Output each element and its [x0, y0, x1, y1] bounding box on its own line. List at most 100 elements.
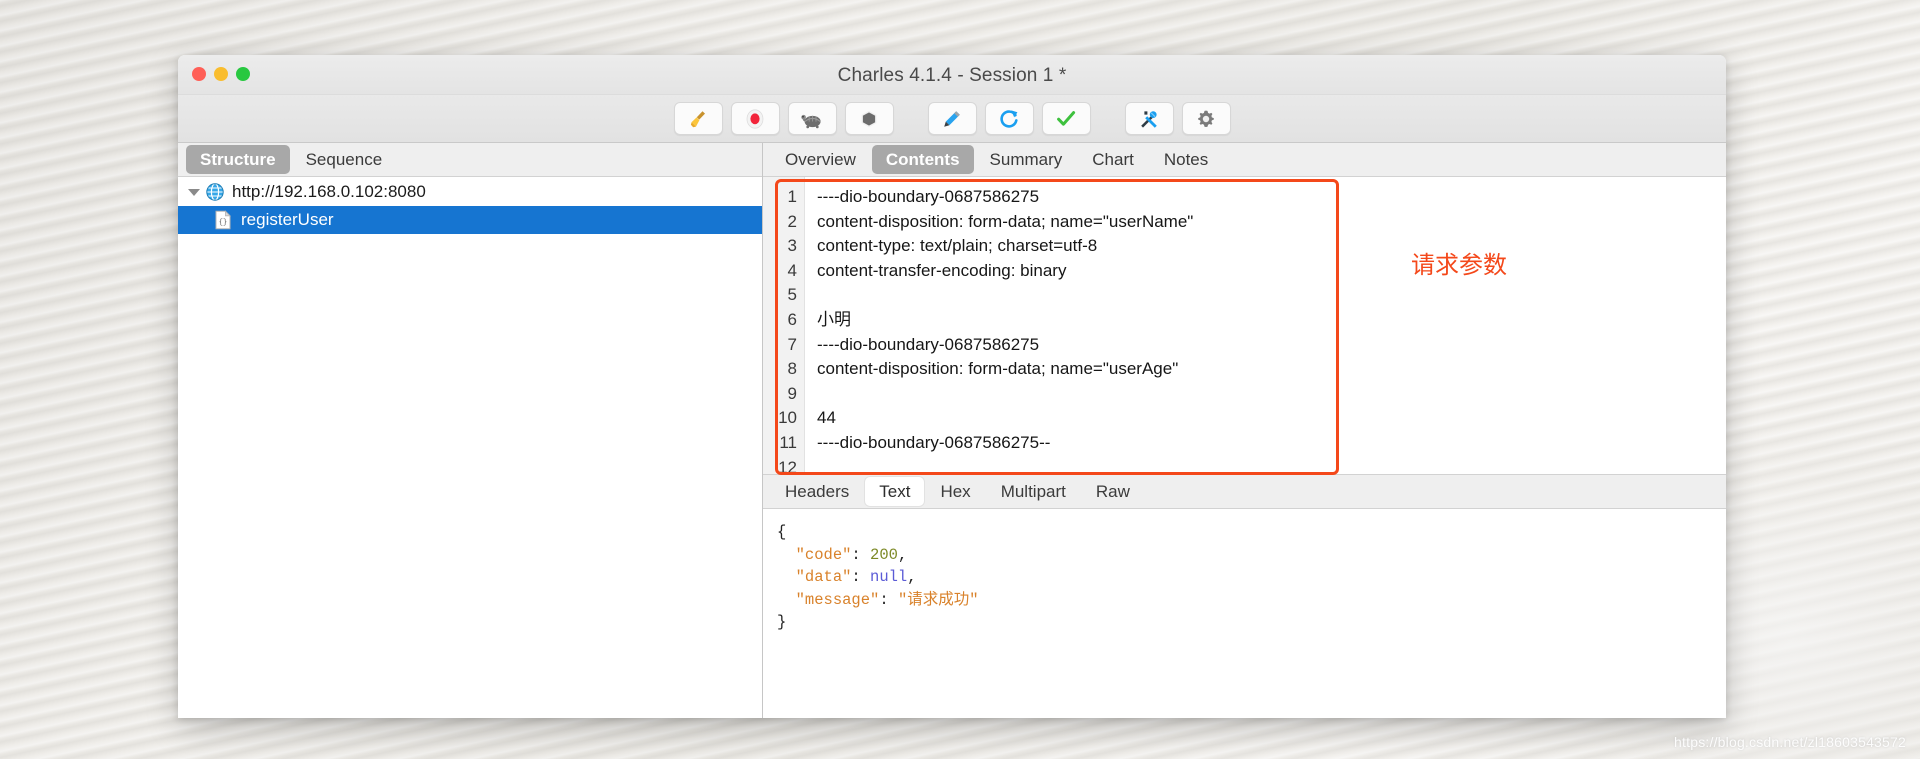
tab-multipart[interactable]: Multipart: [987, 477, 1080, 506]
tab-headers[interactable]: Headers: [771, 477, 863, 506]
pen-icon: [941, 108, 963, 130]
line-number: 12: [778, 457, 797, 474]
line-number: 1: [787, 187, 797, 206]
code-line: content-disposition: form-data; name="us…: [817, 359, 1179, 379]
code-line: ----dio-boundary-0687586275: [817, 334, 1040, 354]
tab-sequence[interactable]: Sequence: [292, 145, 397, 174]
throttle-button[interactable]: [787, 102, 837, 135]
line-number: 10: [778, 408, 797, 428]
code-line: content-type: text/plain; charset=utf-8: [817, 236, 1098, 256]
response-section: Headers Text Hex Multipart Raw { "code":…: [763, 474, 1726, 718]
json-key: "message": [795, 590, 880, 609]
line-number: 9: [787, 383, 797, 403]
tab-hex[interactable]: Hex: [926, 477, 984, 506]
tree-label-registeruser: registerUser: [241, 210, 334, 229]
json-value: 200: [870, 545, 898, 564]
main-toolbar: [178, 95, 1726, 143]
tab-text[interactable]: Text: [865, 476, 925, 507]
window-body: Structure Sequence http://192.168.0.102:…: [178, 143, 1726, 718]
left-pane-tabbar: Structure Sequence: [178, 143, 762, 177]
request-body-section: 1 2 3 4 5 6 7 8 9 10 11 12 ----dio-boundary-0687586…: [763, 177, 1726, 475]
request-tree: http://192.168.0.102:8080 {} registerUse…: [178, 177, 762, 718]
gear-icon: [1195, 108, 1217, 130]
code-line: ----dio-boundary-0687586275: [817, 187, 1040, 206]
right-pane-tabbar: Overview Contents Summary Chart Notes: [763, 143, 1726, 177]
json-colon: :: [851, 545, 871, 564]
tab-structure[interactable]: Structure: [186, 144, 290, 175]
line-number: 6: [787, 309, 797, 329]
json-key: "data": [795, 568, 852, 586]
tab-overview[interactable]: Overview: [771, 145, 870, 174]
checkmark-icon: [1055, 108, 1077, 130]
toolbar-group-settings: [1124, 102, 1231, 135]
tree-label-host: http://192.168.0.102:8080: [232, 182, 426, 201]
watermark-text: https://blog.csdn.net/zl18603543572: [1674, 734, 1906, 750]
charles-window: Charles 4.1.4 - Session 1 * Structure Se…: [178, 55, 1726, 718]
line-number: 4: [787, 260, 797, 280]
record-button[interactable]: [730, 102, 780, 135]
breakpoints-button[interactable]: [844, 102, 894, 135]
annotation-label: 请求参数: [1411, 252, 1507, 279]
code-line: content-transfer-encoding: binary: [817, 260, 1067, 280]
compose-button[interactable]: [927, 102, 977, 135]
json-document-icon: {}: [214, 210, 234, 230]
tree-row-host[interactable]: http://192.168.0.102:8080: [178, 178, 762, 206]
globe-icon: [205, 182, 225, 202]
window-title: Charles 4.1.4 - Session 1 *: [837, 65, 1067, 86]
right-pane: Overview Contents Summary Chart Notes 12…: [763, 143, 1726, 718]
chevron-down-icon[interactable]: [186, 184, 202, 200]
repeat-button[interactable]: [984, 102, 1034, 135]
json-colon: :: [851, 568, 871, 586]
code-line: 小明: [817, 309, 851, 329]
tree-row-registeruser[interactable]: {} registerUser: [178, 206, 762, 234]
json-entry: "code": 200,: [777, 544, 1726, 567]
json-value: null: [870, 568, 908, 586]
json-value: "请求成功": [897, 590, 979, 609]
left-pane: Structure Sequence http://192.168.0.102:…: [178, 143, 763, 718]
tab-contents[interactable]: Contents: [871, 144, 974, 175]
request-line-numbers: 1 2 3 4 5 6 7 8 9 10 11 12: [763, 177, 805, 474]
request-body-viewer[interactable]: 1 2 3 4 5 6 7 8 9 10 11 12 ----dio-boundary-0687586…: [763, 177, 1726, 474]
line-number: 11: [779, 432, 797, 452]
toolbar-group-request: [927, 102, 1091, 135]
tools-icon: [1138, 108, 1160, 130]
desktop-background: Charles 4.1.4 - Session 1 * Structure Se…: [0, 0, 1920, 759]
code-line: ----dio-boundary-0687586275--: [817, 432, 1051, 452]
refresh-icon: [998, 108, 1020, 130]
json-close-brace: }: [777, 611, 1726, 634]
tools-button[interactable]: [1124, 102, 1174, 135]
line-number: 3: [787, 236, 797, 256]
turtle-icon: [800, 108, 824, 130]
json-brace: }: [777, 613, 787, 631]
json-entry: "message": "请求成功": [777, 589, 1726, 612]
line-number: 8: [787, 359, 797, 379]
json-comma: ,: [907, 568, 917, 586]
code-line: 44: [817, 408, 836, 428]
tab-notes[interactable]: Notes: [1150, 145, 1222, 174]
clear-session-button[interactable]: [673, 102, 723, 135]
tab-chart[interactable]: Chart: [1078, 145, 1148, 174]
tab-summary[interactable]: Summary: [976, 145, 1077, 174]
line-number: 2: [787, 211, 797, 231]
settings-button[interactable]: [1181, 102, 1231, 135]
response-body-json[interactable]: { "code": 200, "data": null, "message": …: [763, 509, 1726, 718]
request-body-text: ----dio-boundary-0687586275 content-dispo…: [805, 177, 1726, 474]
json-colon: :: [879, 590, 898, 609]
hexagon-icon: [858, 108, 880, 130]
code-line: content-disposition: form-data; name="us…: [817, 211, 1194, 231]
response-tabbar: Headers Text Hex Multipart Raw: [763, 475, 1726, 509]
line-number: 7: [787, 334, 797, 354]
json-key: "code": [795, 545, 852, 564]
svg-text:{}: {}: [219, 219, 227, 227]
tab-raw[interactable]: Raw: [1082, 477, 1144, 506]
record-icon: [744, 108, 766, 130]
window-titlebar: Charles 4.1.4 - Session 1 *: [178, 55, 1726, 95]
validate-button[interactable]: [1041, 102, 1091, 135]
broom-icon: [687, 108, 709, 130]
json-comma: ,: [897, 545, 908, 564]
